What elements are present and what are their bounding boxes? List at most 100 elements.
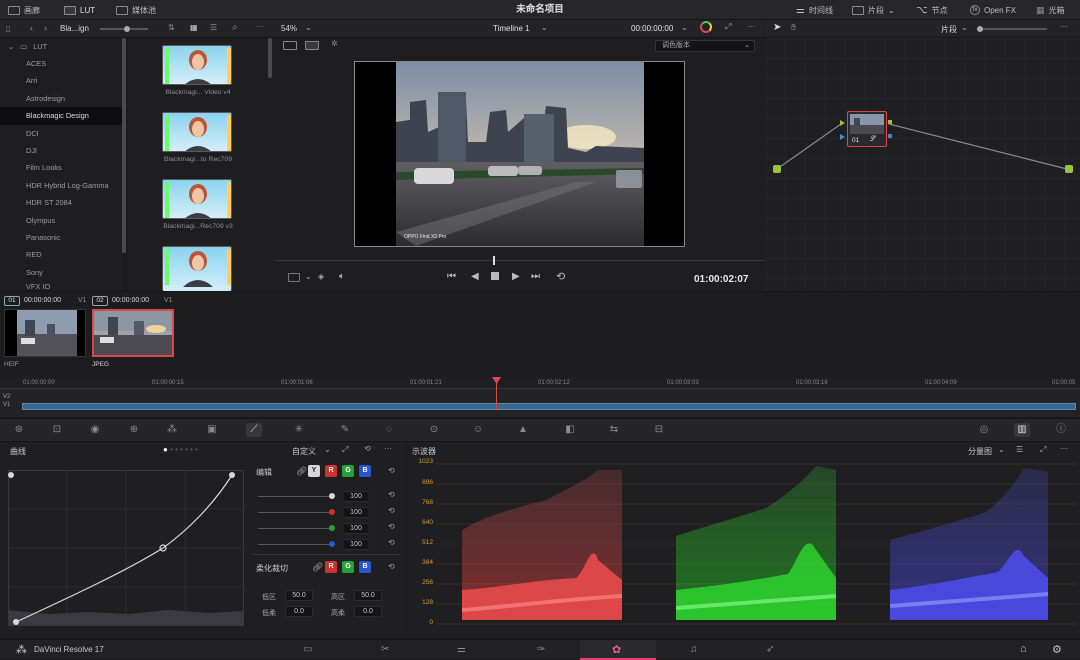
channel-b-button[interactable]: B: [359, 465, 371, 477]
lut-folder-film-looks[interactable]: Film Looks: [0, 159, 122, 176]
info-icon[interactable]: ⓘ: [1053, 423, 1069, 437]
chevron-down-icon[interactable]: ⌄: [541, 23, 548, 32]
slider-handle[interactable]: [124, 26, 130, 32]
low-soft-value[interactable]: 0.0: [285, 606, 313, 617]
slider-handle[interactable]: [329, 493, 335, 499]
lut-folder-vfx-io[interactable]: VFX IO: [0, 281, 122, 289]
high-value[interactable]: 50.0: [354, 590, 382, 601]
lut-folder-hdr-st2084[interactable]: HDR ST 2084: [0, 194, 122, 211]
back-icon[interactable]: ‹: [30, 23, 33, 33]
lut-folder-aces[interactable]: ACES: [0, 55, 122, 72]
reset-icon[interactable]: ⟲: [388, 562, 395, 571]
lut-folder-dji[interactable]: DJI: [0, 142, 122, 159]
channel-g-button[interactable]: G: [342, 465, 354, 477]
motion-effects-icon[interactable]: ▣: [204, 423, 220, 437]
softclip-g-button[interactable]: G: [342, 561, 354, 573]
fusion-page-icon[interactable]: ✑: [537, 644, 545, 655]
tracker-icon[interactable]: ⊙: [426, 423, 442, 437]
clips-toggle[interactable]: 片段 ⌄: [852, 0, 895, 20]
more-options-icon[interactable]: ···: [1060, 22, 1068, 31]
clip-thumbnail-selected[interactable]: [92, 309, 174, 357]
viewer-frame[interactable]: OPPO Find X3 Pro: [354, 61, 685, 247]
cut-page-icon[interactable]: ✂: [381, 644, 389, 655]
reset-icon[interactable]: ⟲: [364, 444, 371, 453]
curve-graph[interactable]: [8, 470, 244, 626]
magic-mask-icon[interactable]: ☺: [470, 423, 486, 437]
reset-icon[interactable]: ⟲: [388, 538, 395, 547]
window-icon[interactable]: ◌: [381, 423, 397, 437]
high-soft-value[interactable]: 0.0: [354, 606, 382, 617]
lut-folder-hdr-hlg[interactable]: HDR Hybrid Log-Gamma: [0, 177, 122, 194]
chevron-down-icon[interactable]: ⌄: [998, 445, 1005, 454]
output-dot[interactable]: [1065, 165, 1073, 173]
lut-list-scrollbar[interactable]: [122, 38, 126, 253]
chevron-down-icon[interactable]: ⌄: [305, 272, 312, 281]
more-options-icon[interactable]: ···: [384, 444, 392, 453]
y-intensity-value[interactable]: 100: [342, 491, 370, 502]
lut-folder-dci[interactable]: DCI: [0, 125, 122, 142]
stop-icon[interactable]: [491, 272, 499, 280]
hand-icon[interactable]: ✋︎: [791, 22, 796, 33]
lut-folder-red[interactable]: RED: [0, 246, 122, 263]
loop-icon[interactable]: ⟲: [556, 270, 565, 283]
more-options-icon[interactable]: ···: [747, 22, 755, 31]
low-value[interactable]: 50.0: [285, 590, 313, 601]
grid-view-icon[interactable]: ▦: [190, 23, 198, 32]
lut-folder-sony[interactable]: Sony: [0, 264, 122, 281]
thumb-size-slider[interactable]: [100, 26, 148, 32]
viewer-scrubber[interactable]: [275, 260, 764, 261]
g-intensity-slider[interactable]: [258, 528, 332, 529]
y-intensity-slider[interactable]: [258, 496, 332, 497]
reset-icon[interactable]: ⟲: [388, 490, 395, 499]
node-zoom-slider[interactable]: [977, 26, 1047, 32]
scrubber-handle[interactable]: [493, 256, 495, 265]
node-graph[interactable]: 01 𝒮: [765, 38, 1080, 291]
timeline-name[interactable]: Timeline 1: [493, 24, 530, 33]
pointer-icon[interactable]: ➤: [773, 22, 781, 33]
split-screen-icon[interactable]: [305, 41, 319, 50]
softclip-r-button[interactable]: R: [325, 561, 337, 573]
nodes-toggle[interactable]: ⌥ 节点: [916, 0, 948, 20]
chevron-down-icon[interactable]: ⌄: [305, 23, 312, 32]
slider-handle[interactable]: [977, 26, 983, 32]
gallery-button[interactable]: 画廊: [8, 0, 40, 20]
scope-settings-icon[interactable]: ☰: [1016, 445, 1023, 454]
fairlight-page-icon[interactable]: ♫: [690, 644, 698, 655]
lut-thumbnail[interactable]: [162, 179, 232, 219]
clip-thumbnail[interactable]: [4, 309, 86, 357]
g-intensity-value[interactable]: 100: [342, 523, 370, 534]
chevron-down-icon[interactable]: ⌄: [324, 445, 331, 454]
eye-icon[interactable]: ◎: [976, 423, 992, 437]
lut-root-folder[interactable]: ⌄ ▭ LUT: [0, 38, 122, 55]
reset-icon[interactable]: ⟲: [388, 506, 395, 515]
sidebar-toggle-icon[interactable]: ▯: [6, 24, 10, 33]
curve-corner-handle[interactable]: [8, 472, 14, 478]
sort-icon[interactable]: ⇅: [168, 23, 175, 32]
lut-thumbnail[interactable]: [162, 246, 232, 291]
speaker-icon[interactable]: 🔈︎: [339, 271, 345, 282]
deliver-page-icon[interactable]: ➶: [766, 644, 774, 655]
lut-folder-olympus[interactable]: Olympus: [0, 212, 122, 229]
qualifier-icon[interactable]: ✎: [337, 423, 353, 437]
lut-folder-astrodesign[interactable]: Astrodesign: [0, 90, 122, 107]
timeline-toggle[interactable]: ⚌ 时间线: [796, 0, 833, 20]
edit-page-icon[interactable]: ⚌: [457, 644, 466, 655]
lut-button[interactable]: LUT: [64, 0, 95, 20]
color-page-tab[interactable]: ✿: [580, 640, 656, 660]
hdr-wheels-icon[interactable]: ⊕: [126, 423, 142, 437]
fullscreen-icon[interactable]: ⤢: [725, 22, 731, 32]
source-input-dot[interactable]: [773, 165, 781, 173]
scope-mode[interactable]: 分量图: [968, 446, 992, 457]
color-wheels-icon[interactable]: ◉: [87, 423, 103, 437]
r-intensity-slider[interactable]: [258, 512, 332, 513]
lut-folder-arri[interactable]: Arri: [0, 72, 122, 89]
corrector-node[interactable]: 01 𝒮: [847, 111, 887, 147]
thumbnail-scrollbar[interactable]: [268, 38, 272, 78]
lut-breadcrumb[interactable]: Bla...ign: [60, 24, 89, 33]
color-picker-icon[interactable]: [700, 21, 712, 33]
scopes-icon[interactable]: ▥: [1014, 423, 1030, 437]
channel-r-button[interactable]: R: [325, 465, 337, 477]
camera-raw-icon[interactable]: ⊛: [11, 423, 27, 437]
lightbox-toggle[interactable]: ▦ 光箱: [1036, 0, 1065, 20]
lut-folder-panasonic[interactable]: Panasonic: [0, 229, 122, 246]
